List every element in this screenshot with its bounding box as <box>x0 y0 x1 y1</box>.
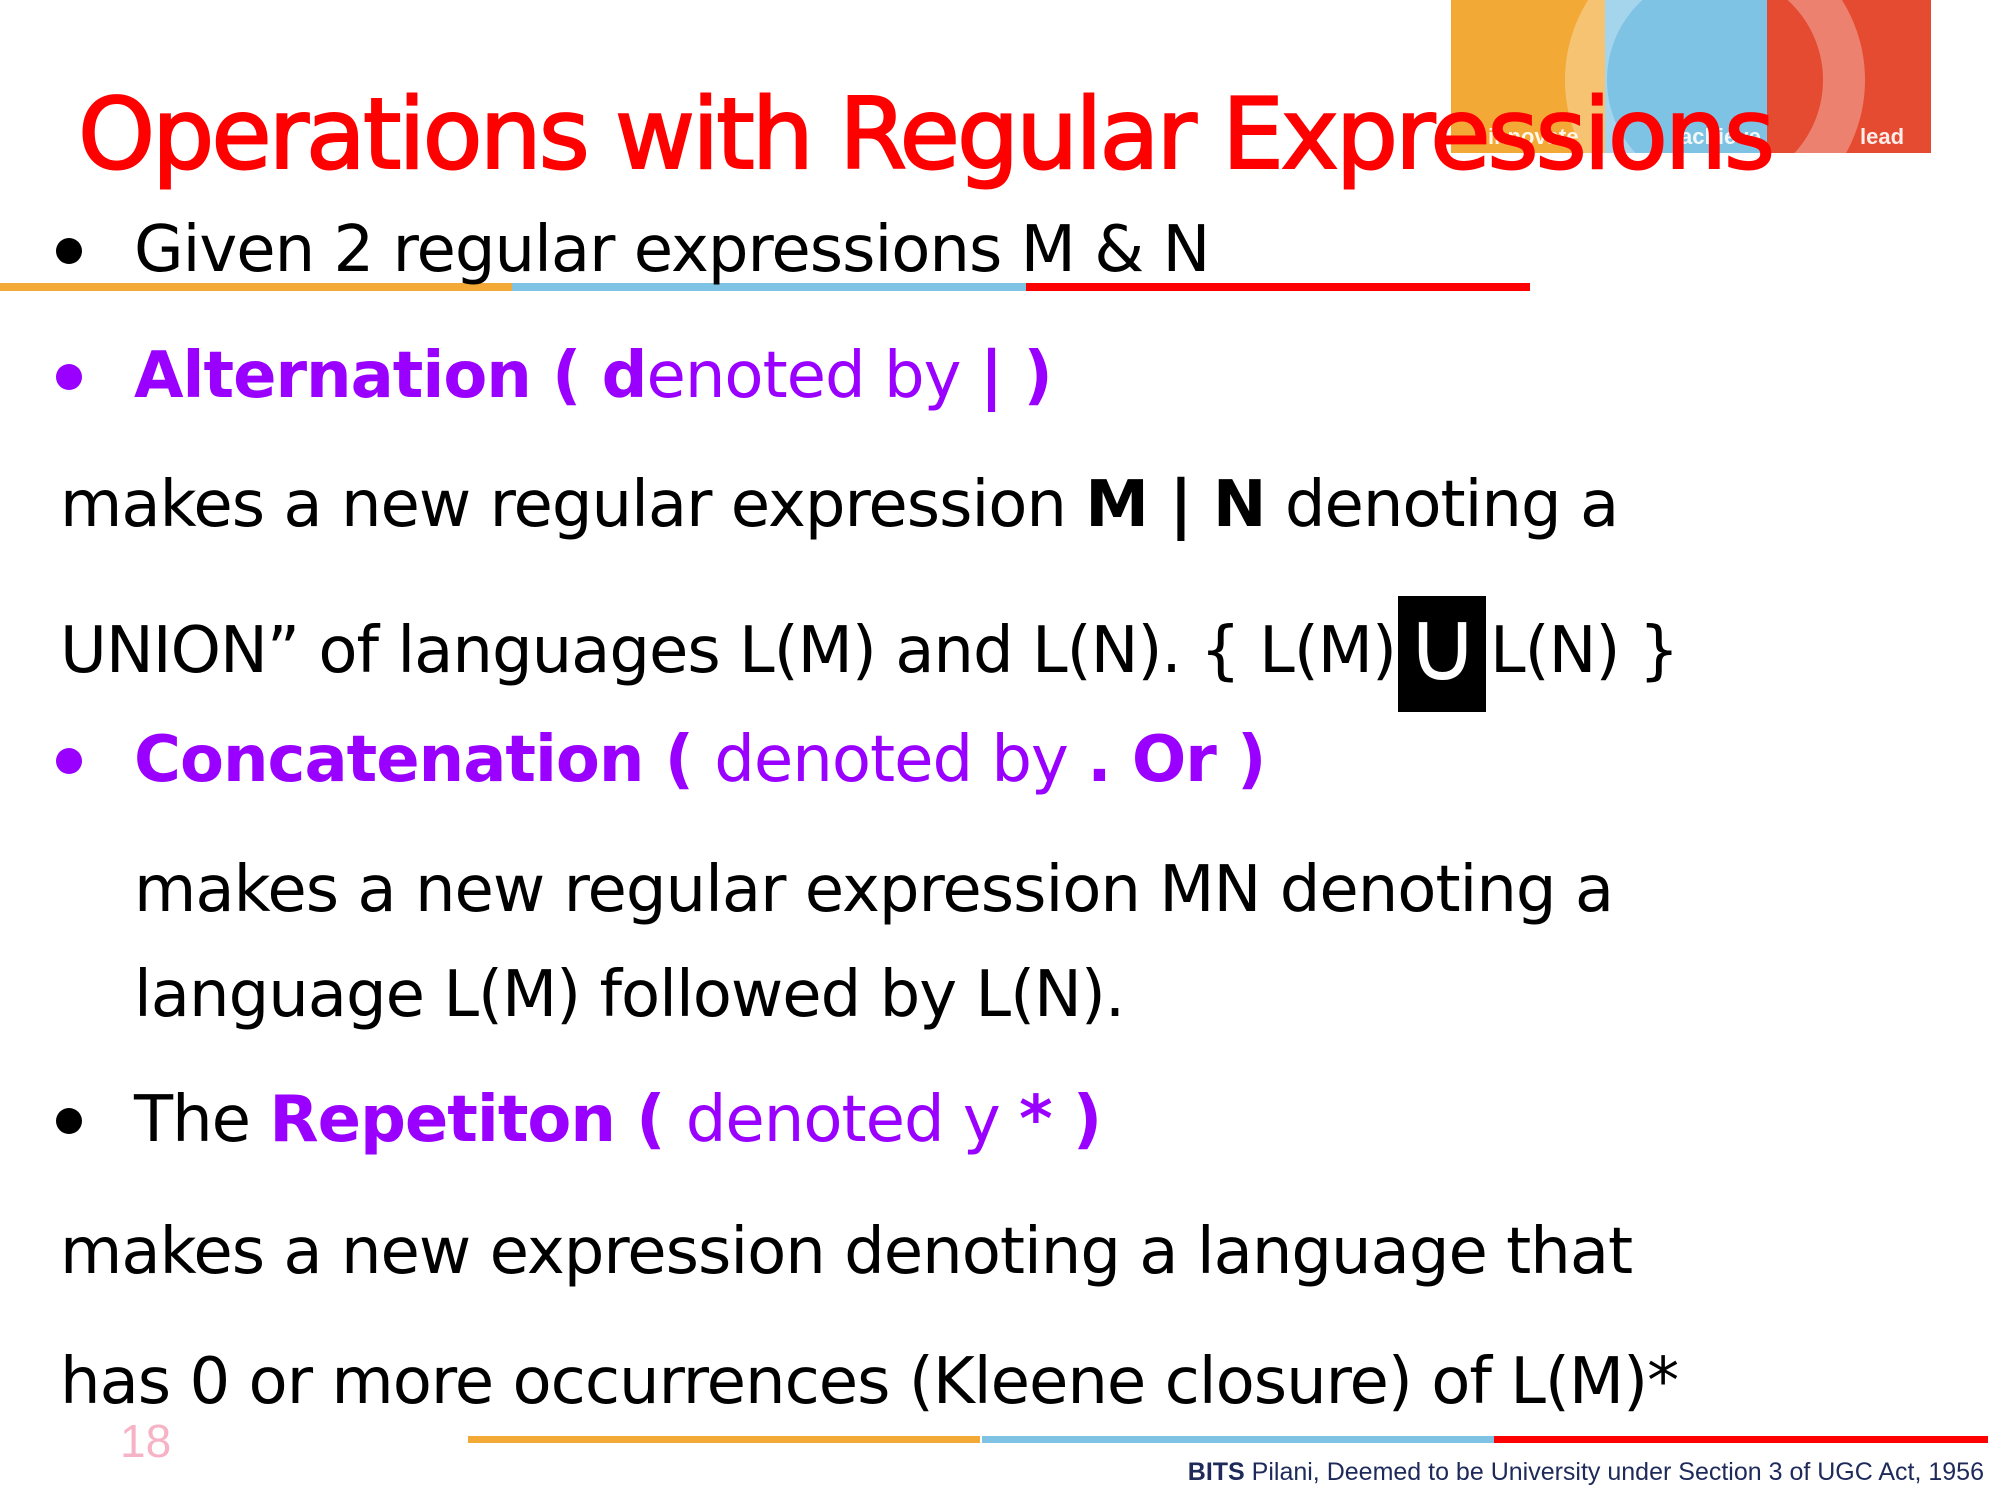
concatenation-desc-line1: makes a new regular expression MN denoti… <box>134 853 1614 927</box>
bottom-stripe-orange <box>468 1436 980 1443</box>
alternation-union-text: UNION” of languages L(M) and L(N). { L(M… <box>60 614 1397 688</box>
bullet-given: Given 2 regular expressions M & N <box>134 213 1210 287</box>
repetition-desc-line2: has 0 or more occurrences (Kleene closur… <box>60 1345 1679 1419</box>
concatenation-rest: denoted by <box>714 723 1088 797</box>
footer: BITS Pilani, Deemed to be University und… <box>1188 1458 1984 1487</box>
concatenation-desc-line2: language L(M) followed by L(N). <box>134 958 1125 1032</box>
alternation-union-end: L(N) } <box>1489 614 1680 688</box>
repetition-desc-line1: makes a new expression denoting a langua… <box>60 1215 1633 1289</box>
repetition-label: Repetiton ( <box>269 1083 686 1157</box>
bullet-dot <box>56 748 82 774</box>
alternation-desc-line2: UNION” of languages L(M) and L(N). { L(M… <box>60 596 1679 712</box>
slide-title: Operations with Regular Expressions <box>77 78 1776 192</box>
bottom-stripe-red <box>1494 1436 1988 1443</box>
alternation-desc-prefix: makes a new regular expression <box>60 468 1086 542</box>
bullet-repetition: The Repetiton ( denoted y * ) <box>134 1080 1102 1160</box>
bullet-dot <box>56 1108 82 1134</box>
repetition-symbol: * ) <box>1019 1083 1102 1157</box>
concatenation-label: Concatenation ( <box>134 723 715 797</box>
repetition-rest: denoted y <box>685 1083 1020 1157</box>
footer-text: Pilani, Deemed to be University under Se… <box>1244 1458 1984 1486</box>
alternation-desc-line1: makes a new regular expression M | N den… <box>60 465 1619 545</box>
bullet-concatenation: Concatenation ( denoted by . Or ) <box>134 720 1266 800</box>
repetition-prefix: The <box>134 1083 270 1157</box>
bullet-dot <box>56 238 82 264</box>
alternation-desc-bold: M | N <box>1085 468 1266 542</box>
bullet-dot <box>56 364 82 390</box>
banner-word-lead: lead <box>1860 124 1905 149</box>
bottom-stripe-blue <box>982 1436 1494 1443</box>
footer-brand: BITS <box>1187 1458 1245 1486</box>
alternation-desc-suffix: denoting a <box>1265 468 1619 542</box>
alternation-symbol: | ) <box>979 339 1053 413</box>
alternation-rest: enoted by <box>646 339 980 413</box>
union-symbol-icon: ∪ <box>1397 596 1486 712</box>
alternation-label: Alternation ( d <box>134 339 647 413</box>
concatenation-symbol: . Or ) <box>1087 723 1266 797</box>
page-number: 18 <box>120 1415 172 1467</box>
bullet-alternation: Alternation ( denoted by | ) <box>134 336 1053 416</box>
